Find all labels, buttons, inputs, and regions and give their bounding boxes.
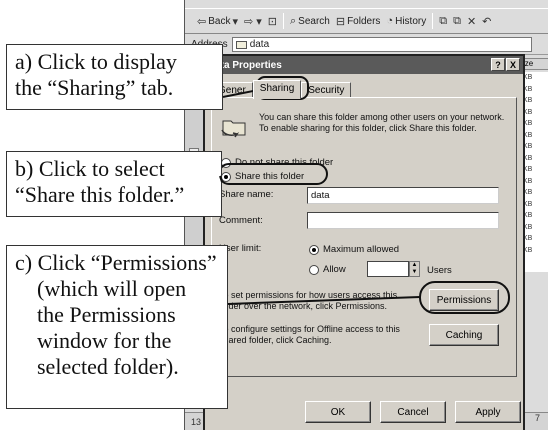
tab-sharing[interactable]: Sharing [252, 80, 302, 99]
callout-connectors [219, 89, 421, 305]
